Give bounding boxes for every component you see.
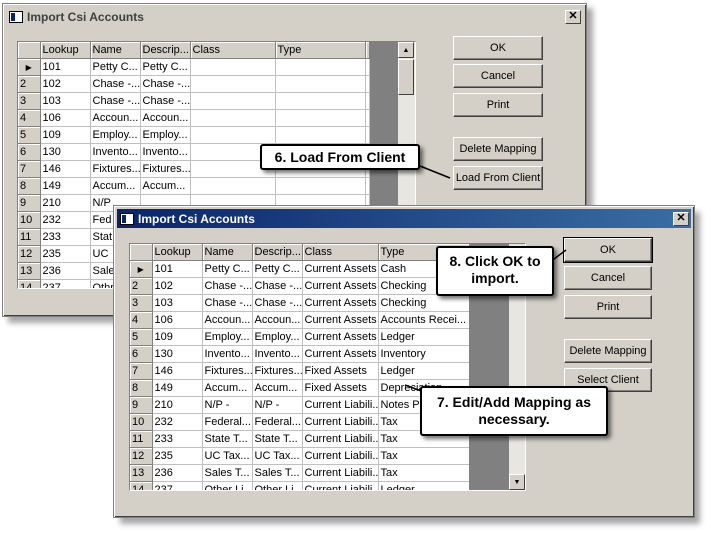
step6-callout: 6. Load From Client bbox=[260, 144, 420, 170]
step6-arrow bbox=[419, 165, 451, 179]
step7-line2: necessary. bbox=[478, 411, 550, 427]
step8-line1: 8. Click OK to bbox=[449, 253, 541, 269]
step8-callout: 8. Click OK to import. bbox=[436, 246, 554, 296]
step7-line1: 7. Edit/Add Mapping as bbox=[436, 394, 591, 410]
step8-line2: import. bbox=[471, 270, 519, 286]
step6-text: 6. Load From Client bbox=[274, 149, 406, 165]
callout-arrows bbox=[404, 165, 567, 393]
step7-callout: 7. Edit/Add Mapping as necessary. bbox=[420, 386, 608, 436]
